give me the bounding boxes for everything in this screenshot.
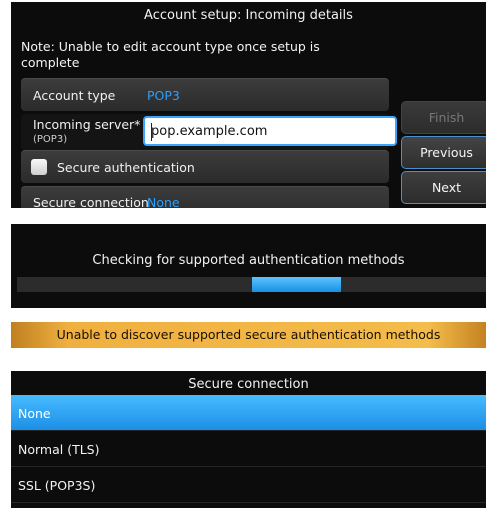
- account-type-label: Account type: [33, 88, 116, 103]
- progress-indicator: [251, 277, 341, 292]
- secure-auth-row[interactable]: Secure authentication: [21, 150, 389, 183]
- setup-note: Note: Unable to edit account type once s…: [21, 39, 320, 70]
- account-setup-panel: Account setup: Incoming details Note: Un…: [11, 2, 486, 208]
- secure-connection-picker: Secure connection None Normal (TLS) SSL …: [11, 371, 486, 508]
- next-button[interactable]: Next: [401, 171, 486, 204]
- incoming-server-sublabel: (POP3): [33, 134, 68, 145]
- secure-connection-row[interactable]: Secure connection None: [21, 186, 389, 208]
- progress-track: [17, 277, 486, 292]
- option-ssl-pop3s[interactable]: SSL (POP3S): [11, 467, 486, 503]
- incoming-server-value: pop.example.com: [151, 124, 268, 139]
- incoming-server-row: Incoming server* (POP3) pop.example.com: [21, 114, 397, 150]
- option-none[interactable]: None: [11, 395, 486, 431]
- setup-title: Account setup: Incoming details: [144, 8, 353, 23]
- checking-message: Checking for supported authentication me…: [92, 253, 405, 268]
- option-normal-tls[interactable]: Normal (TLS): [11, 431, 486, 467]
- warning-message: Unable to discover supported secure auth…: [56, 327, 441, 342]
- previous-button[interactable]: Previous: [401, 136, 486, 169]
- incoming-server-input[interactable]: pop.example.com: [143, 116, 397, 146]
- account-type-value: POP3: [147, 88, 180, 103]
- finish-button[interactable]: Finish: [401, 101, 486, 134]
- warning-banner: Unable to discover supported secure auth…: [11, 322, 486, 348]
- secure-connection-label: Secure connection: [33, 195, 149, 208]
- text-caret: [151, 123, 152, 141]
- account-type-row: Account type POP3: [21, 78, 389, 111]
- secure-auth-label: Secure authentication: [57, 160, 195, 175]
- incoming-server-label: Incoming server*: [33, 117, 141, 132]
- checking-panel: Checking for supported authentication me…: [11, 224, 486, 308]
- secure-connection-value: None: [147, 195, 180, 208]
- secure-auth-checkbox[interactable]: [31, 159, 47, 175]
- picker-title: Secure connection: [188, 377, 309, 392]
